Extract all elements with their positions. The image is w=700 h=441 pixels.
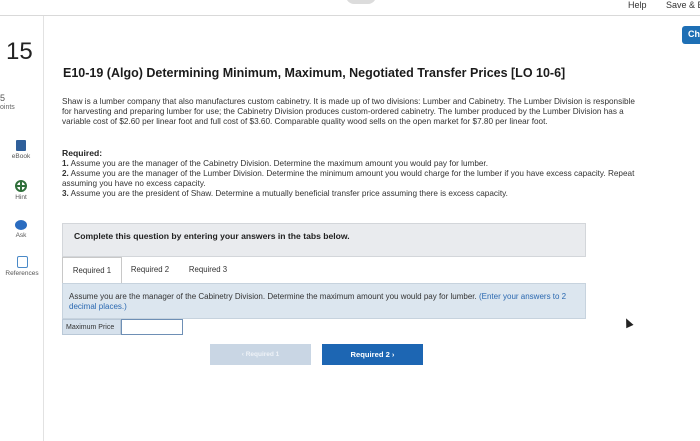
ask-label: Ask xyxy=(15,232,27,239)
references-icon xyxy=(16,256,28,268)
instruction-box: Complete this question by entering your … xyxy=(62,223,586,257)
hint-label: Hint xyxy=(15,194,27,201)
points-value: 5 xyxy=(0,93,6,103)
ask-tool[interactable]: Ask xyxy=(4,220,38,239)
requirement-item: 1. Assume you are the manager of the Cab… xyxy=(62,159,488,168)
book-icon xyxy=(16,140,26,151)
help-link[interactable]: Help xyxy=(628,0,647,10)
tab-prompt-text: Assume you are the manager of the Cabine… xyxy=(69,292,567,311)
instruction-text: Complete this question by entering your … xyxy=(74,231,350,241)
requirement-item: 3. Assume you are the president of Shaw.… xyxy=(62,189,508,198)
requirement-tabs: Required 1 Required 2 Required 3 xyxy=(62,257,586,283)
save-exit-button[interactable]: Save & E xyxy=(666,0,700,10)
prev-required-button[interactable]: ‹ Required 1 xyxy=(210,344,311,365)
question-number: 15 xyxy=(6,38,33,65)
next-required-button[interactable]: Required 2 › xyxy=(322,344,423,365)
mouse-cursor-icon xyxy=(622,316,634,329)
question-sidebar: 15 5 oints eBook Hint Ask References xyxy=(0,16,44,441)
hint-icon xyxy=(15,180,27,192)
hint-tool[interactable]: Hint xyxy=(4,180,38,201)
drag-handle[interactable] xyxy=(346,0,376,4)
check-my-work-button[interactable]: Ch xyxy=(682,26,700,44)
ebook-label: eBook xyxy=(11,153,31,160)
requirement-item: 2. Assume you are the manager of the Lum… xyxy=(62,169,635,188)
question-paragraph: Shaw is a lumber company that also manuf… xyxy=(62,97,635,126)
maximum-price-label: Maximum Price xyxy=(62,319,121,335)
tab-prompt-box: Assume you are the manager of the Cabine… xyxy=(62,283,586,319)
ebook-tool[interactable]: eBook xyxy=(4,140,38,160)
references-tool[interactable]: References xyxy=(0,256,44,277)
points-label: oints xyxy=(0,104,15,111)
references-label: References xyxy=(5,270,39,277)
question-title: E10-19 (Algo) Determining Minimum, Maxim… xyxy=(63,66,566,80)
tab-required-2[interactable]: Required 2 xyxy=(124,257,176,283)
maximum-price-input[interactable] xyxy=(121,319,183,335)
tab-required-1[interactable]: Required 1 xyxy=(62,257,122,283)
required-heading: Required: xyxy=(62,148,103,158)
requirements-list: 1. Assume you are the manager of the Cab… xyxy=(62,159,646,199)
tab-required-3[interactable]: Required 3 xyxy=(182,257,234,283)
chat-bubble-icon xyxy=(15,220,27,230)
top-bar: Help Save & E xyxy=(0,0,700,16)
